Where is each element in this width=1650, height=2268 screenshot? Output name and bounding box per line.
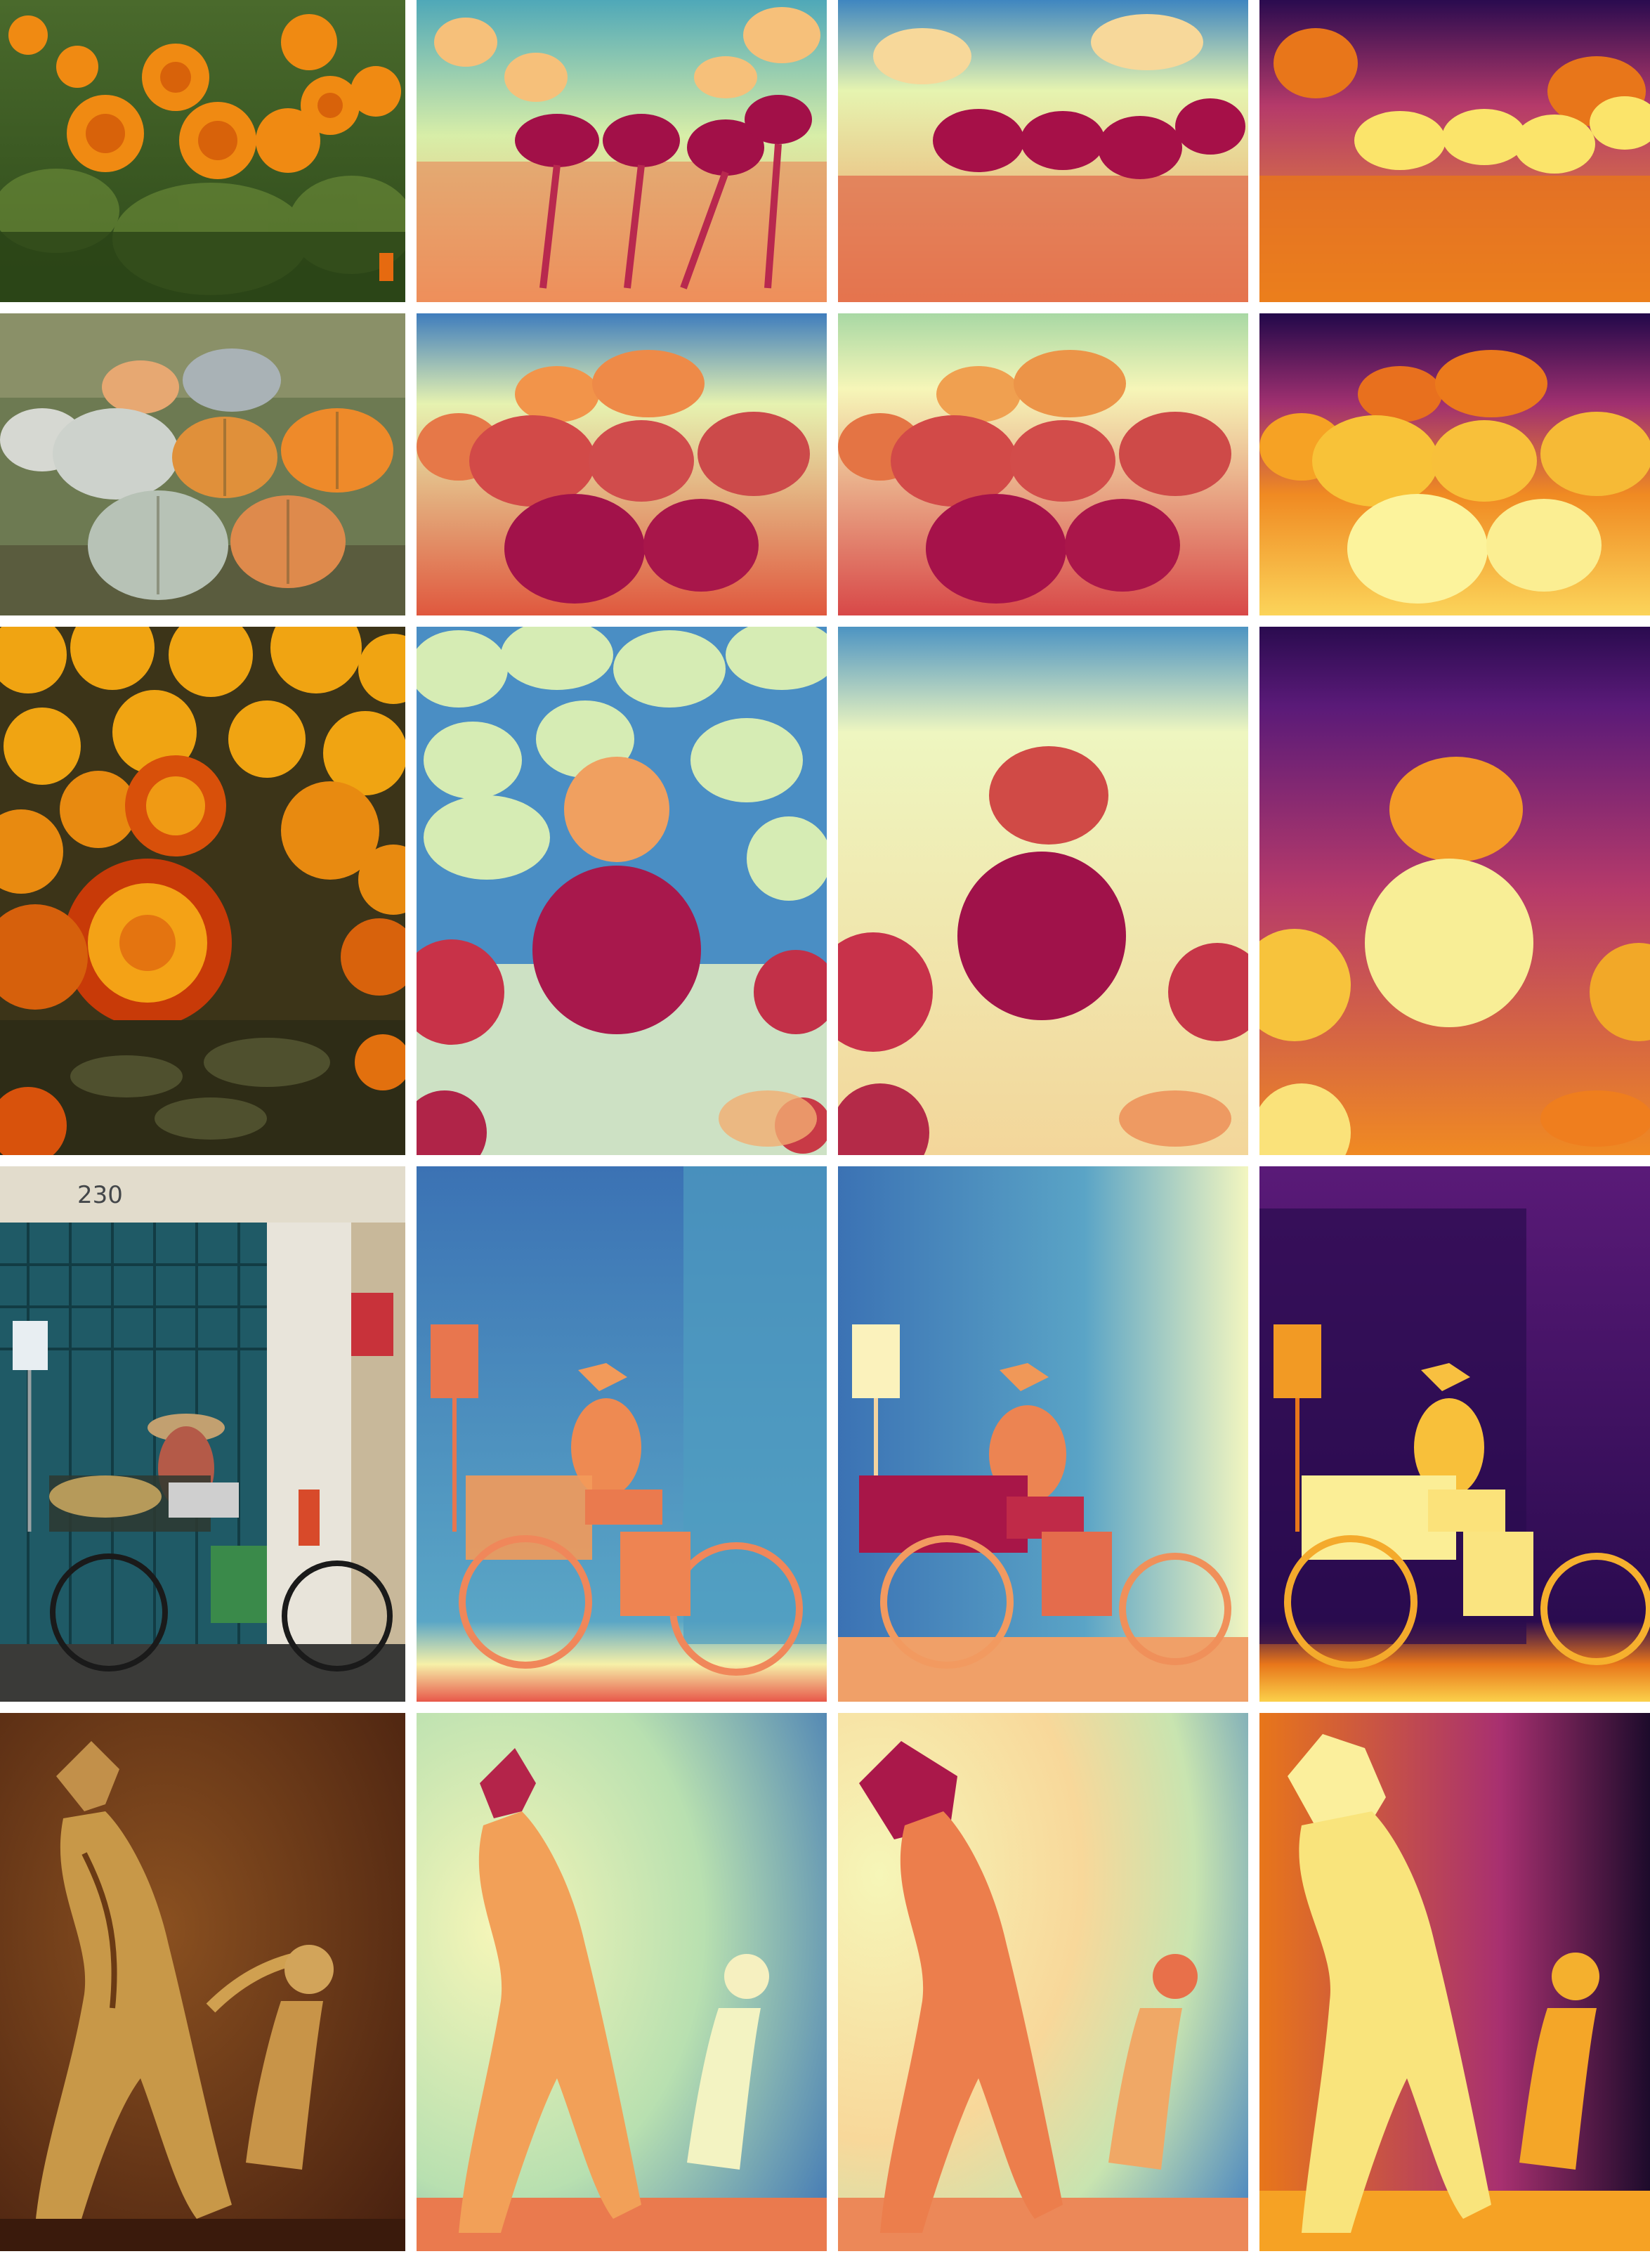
row1-depth-inferno xyxy=(1259,0,1650,302)
row4-photo: 230 xyxy=(0,1166,405,1702)
row1-depth-spectral xyxy=(417,0,827,302)
row1-photo xyxy=(0,0,405,302)
row4-depth-spectral xyxy=(417,1166,827,1702)
row5-depth-inferno xyxy=(1259,1713,1650,2251)
row2-depth-spectral-smooth xyxy=(838,313,1248,615)
row3-depth-spectral xyxy=(417,627,827,1155)
row2-depth-inferno xyxy=(1259,313,1650,615)
row5-photo xyxy=(0,1713,405,2251)
row3-depth-spectral-smooth xyxy=(838,627,1248,1155)
row2-depth-spectral xyxy=(417,313,827,615)
row4-depth-inferno xyxy=(1259,1166,1650,1702)
row3-photo xyxy=(0,627,405,1155)
comparison-grid: 230 xyxy=(0,0,1650,2268)
row5-depth-spectral-smooth xyxy=(838,1713,1248,2251)
row4-depth-spectral-smooth xyxy=(838,1166,1248,1702)
row3-depth-inferno xyxy=(1259,627,1650,1155)
row1-depth-spectral-smooth xyxy=(838,0,1248,302)
storefront-number: 230 xyxy=(77,1181,123,1209)
row5-depth-spectral xyxy=(417,1713,827,2251)
row2-photo xyxy=(0,313,405,615)
